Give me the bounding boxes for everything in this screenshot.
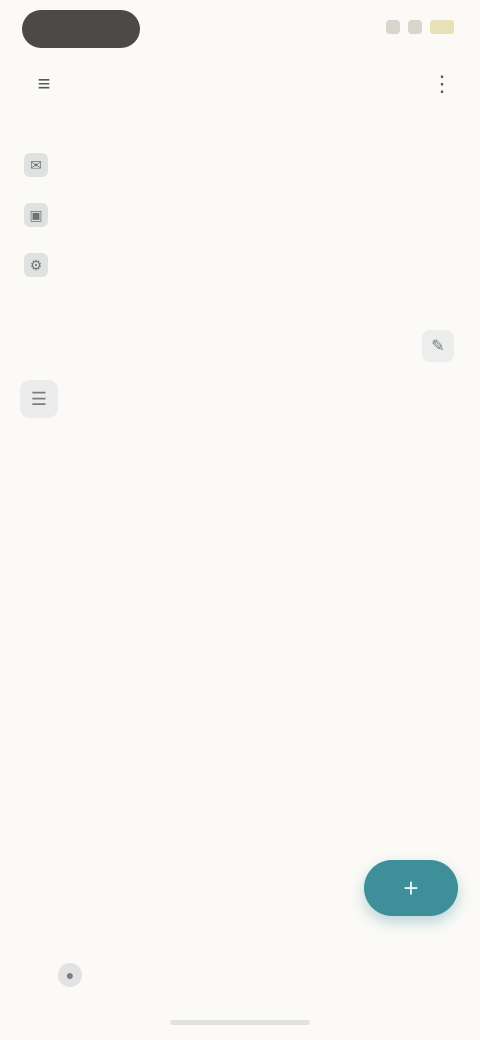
- page-title: [140, 73, 340, 95]
- menu-button[interactable]: ≡: [26, 66, 62, 102]
- bottom-action[interactable]: ●: [58, 963, 92, 987]
- list-item[interactable]: [22, 444, 462, 496]
- status-icons: [386, 20, 454, 34]
- more-button[interactable]: ⋮: [424, 66, 460, 102]
- settings-icon: ⚙: [24, 253, 48, 277]
- more-vertical-icon: ⋮: [431, 71, 453, 96]
- section-header: ✎: [20, 330, 460, 362]
- quick-action-item[interactable]: ⚙: [24, 240, 74, 290]
- battery-icon: [430, 20, 454, 34]
- home-indicator: [170, 1020, 310, 1025]
- plus-icon: +: [403, 872, 419, 903]
- wifi-icon: [408, 20, 422, 34]
- section-action-button[interactable]: ✎: [422, 330, 454, 362]
- top-app-bar: ≡ ⋮: [0, 58, 480, 110]
- filter-button[interactable]: ☰: [20, 380, 58, 418]
- chat-icon: ✉: [24, 153, 48, 177]
- quick-action-item[interactable]: ▣: [24, 190, 74, 240]
- menu-icon: ≡: [37, 71, 51, 96]
- bottom-bar: ●: [0, 945, 480, 1005]
- signal-icon: [386, 20, 400, 34]
- image-icon: ▣: [24, 203, 48, 227]
- status-pill: [22, 10, 140, 48]
- person-icon: ●: [58, 963, 82, 987]
- edit-icon: ✎: [431, 338, 445, 355]
- quick-actions: ✉ ▣ ⚙: [24, 140, 74, 290]
- filter-row: ☰: [20, 378, 460, 420]
- quick-action-item[interactable]: ✉: [24, 140, 74, 190]
- new-item-fab[interactable]: +: [364, 860, 458, 916]
- filter-icon: ☰: [30, 388, 48, 409]
